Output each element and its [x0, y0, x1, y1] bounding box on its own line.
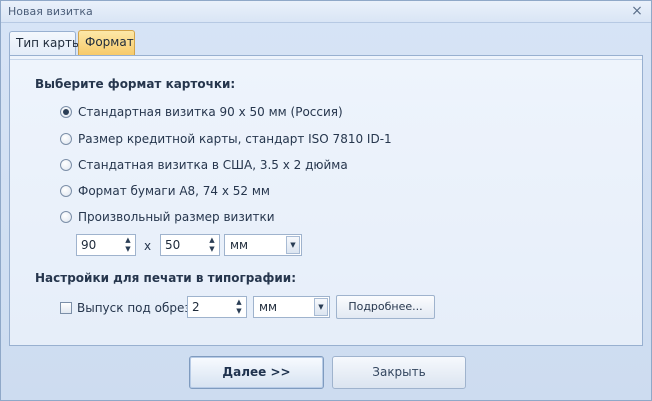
size-unit-value: мм: [230, 238, 249, 252]
close-icon[interactable]: ×: [629, 2, 645, 20]
height-stepper-arrows[interactable]: ▲ ▼: [207, 236, 217, 254]
radio-label: Стандатная визитка в США, 3.5 x 2 дюйма: [78, 158, 348, 172]
radio-button-checked[interactable]: [60, 106, 72, 118]
chevron-down-icon[interactable]: ▼: [286, 236, 300, 254]
bleed-label: Выпуск под обрез: [77, 301, 191, 315]
radio-option-custom[interactable]: Произвольный размер визитки: [60, 208, 275, 226]
radio-button[interactable]: [60, 211, 72, 223]
width-value: 90: [81, 238, 97, 252]
radio-button[interactable]: [60, 133, 72, 145]
spin-up-icon[interactable]: ▲: [234, 298, 244, 307]
spin-down-icon[interactable]: ▼: [123, 245, 133, 254]
spin-up-icon[interactable]: ▲: [123, 236, 133, 245]
chevron-down-icon[interactable]: ▼: [314, 298, 328, 316]
bleed-stepper-arrows[interactable]: ▲ ▼: [234, 298, 244, 316]
width-stepper-arrows[interactable]: ▲ ▼: [123, 236, 133, 254]
height-value: 50: [165, 238, 181, 252]
format-panel: Выберите формат карточки: Стандартная ви…: [9, 55, 643, 346]
radio-option-standard-ru[interactable]: Стандартная визитка 90 x 50 мм (Россия): [60, 103, 343, 121]
spin-down-icon[interactable]: ▼: [207, 245, 217, 254]
close-button[interactable]: Закрыть: [332, 356, 466, 389]
more-details-button[interactable]: Подробнее...: [336, 295, 435, 319]
radio-label: Размер кредитной карты, стандарт ISO 781…: [78, 132, 392, 146]
radio-option-us-card[interactable]: Стандатная визитка в США, 3.5 x 2 дюйма: [60, 156, 348, 174]
radio-button[interactable]: [60, 185, 72, 197]
radio-option-credit-card[interactable]: Размер кредитной карты, стандарт ISO 781…: [60, 130, 392, 148]
title-bar: Новая визитка ×: [1, 1, 651, 23]
bleed-unit-select[interactable]: мм ▼: [253, 296, 330, 318]
format-heading: Выберите формат карточки:: [35, 77, 236, 91]
print-heading: Настройки для печати в типографии:: [35, 271, 296, 285]
bleed-stepper[interactable]: 2 ▲ ▼: [187, 296, 247, 318]
tab-card-type[interactable]: Тип карты: [9, 31, 81, 56]
dialog-window: Новая визитка × Тип карты Формат Выберит…: [0, 0, 652, 401]
spin-up-icon[interactable]: ▲: [207, 236, 217, 245]
height-stepper[interactable]: 50 ▲ ▼: [160, 234, 220, 256]
radio-label: Формат бумаги А8, 74 x 52 мм: [78, 184, 270, 198]
times-sign: x: [144, 239, 152, 253]
bleed-unit-value: мм: [259, 300, 278, 314]
tab-format[interactable]: Формат: [78, 30, 135, 56]
next-button[interactable]: Далее >>: [189, 356, 324, 389]
size-unit-select[interactable]: мм ▼: [224, 234, 302, 256]
radio-label: Произвольный размер визитки: [78, 210, 275, 224]
radio-option-a8[interactable]: Формат бумаги А8, 74 x 52 мм: [60, 182, 270, 200]
width-stepper[interactable]: 90 ▲ ▼: [76, 234, 136, 256]
radio-button[interactable]: [60, 159, 72, 171]
window-title: Новая визитка: [8, 5, 93, 18]
bleed-checkbox[interactable]: [60, 302, 72, 314]
radio-label: Стандартная визитка 90 x 50 мм (Россия): [78, 105, 343, 119]
bleed-value: 2: [192, 300, 200, 314]
spin-down-icon[interactable]: ▼: [234, 307, 244, 316]
panel-divider: [10, 59, 642, 60]
